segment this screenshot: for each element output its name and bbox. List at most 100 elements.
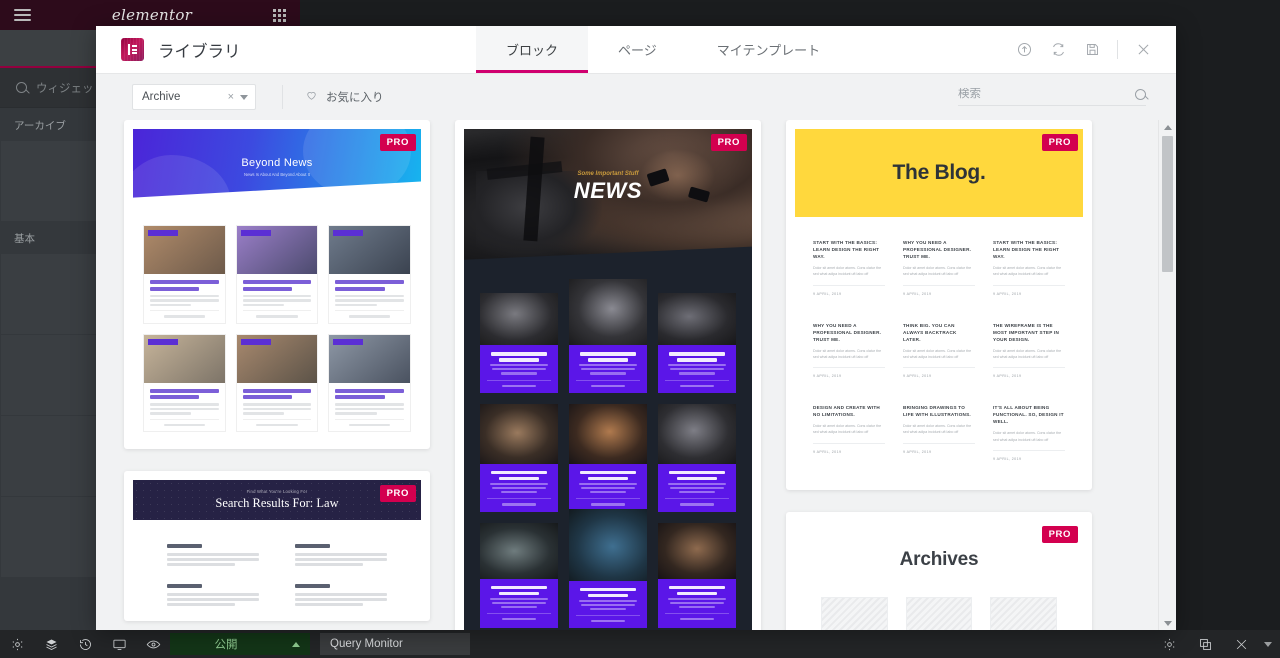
query-monitor-item[interactable]: Query Monitor	[320, 633, 470, 655]
library-modal-body: Archive × お気に入り 検索 PRO Beyond News News …	[96, 74, 1176, 630]
list-item	[658, 403, 736, 512]
windows-copy-icon[interactable]	[1188, 630, 1222, 658]
scroll-down-icon[interactable]	[1159, 616, 1176, 630]
floppy-save-icon[interactable]	[1077, 35, 1107, 65]
post-title: START WITH THE BASICS: LEARN DESIGN THE …	[993, 240, 1060, 260]
list-item	[295, 584, 387, 608]
pro-badge: PRO	[710, 134, 747, 151]
post-date: 9 APRIL, 2019	[813, 284, 885, 296]
search-icon[interactable]	[1135, 88, 1146, 100]
gear-icon[interactable]	[1152, 630, 1186, 658]
post-excerpt: Dolor sit amet dolor atoms. Cons clatur …	[903, 424, 972, 435]
list-item	[295, 544, 387, 568]
list-item: BRINGING DRAWINGS TO LIFE WITH ILLUSTRAT…	[903, 404, 975, 461]
screen: elementor 要素 ウィジェットを検索 アーカイブ アーカイブの投稿 基本	[0, 0, 1280, 658]
template-hero: Some Important Stuff NEWS	[464, 129, 752, 269]
post-title: WHY YOU NEED A PROFESSIONAL DESIGNER. TR…	[813, 322, 882, 342]
tab-my-templates[interactable]: マイテンプレート	[687, 26, 850, 73]
library-title-group: ライブラリ	[96, 26, 476, 73]
post-excerpt: Dolor sit amet dolor atoms. Cons clatur …	[813, 424, 882, 435]
eye-icon[interactable]	[136, 630, 170, 658]
list-item	[658, 522, 736, 629]
publish-options-button[interactable]	[282, 633, 310, 655]
scrollbar-thumb[interactable]	[1162, 136, 1173, 272]
list-item	[143, 333, 226, 432]
post-title: BRINGING DRAWINGS TO LIFE WITH ILLUSTRAT…	[903, 405, 971, 418]
template-column-1: PRO Beyond News News Is About And Beyond…	[124, 120, 430, 630]
gear-icon[interactable]	[0, 630, 34, 658]
template-card-beyond-news[interactable]: PRO Beyond News News Is About And Beyond…	[124, 120, 430, 449]
list-item: THE WIREFRAME IS THE MOST IMPORTANT STEP…	[993, 322, 1065, 378]
list-item	[328, 333, 411, 432]
search-input[interactable]	[958, 88, 1129, 100]
scroll-up-icon[interactable]	[1159, 120, 1176, 134]
post-excerpt: Dolor sit amet dolor atoms. Cons clatur …	[813, 266, 882, 277]
close-icon[interactable]	[1224, 630, 1258, 658]
list-item	[167, 544, 259, 568]
template-grid: PRO Beyond News News Is About And Beyond…	[96, 120, 1158, 630]
bottom-bar-right	[1152, 630, 1276, 658]
publish-button[interactable]: 公開	[170, 633, 282, 655]
post-excerpt: Dolor sit amet dolor atoms. Cons clatur …	[993, 431, 1062, 442]
library-tabs: ブロック ページ マイテンプレート	[476, 26, 850, 73]
template-card-archives[interactable]: PRO Archives	[786, 511, 1092, 630]
history-icon[interactable]	[68, 630, 102, 658]
sync-icon[interactable]	[1043, 35, 1073, 65]
list-item	[569, 508, 647, 629]
template-card-gym-news[interactable]: PRO Some Important Stuff NEWS	[455, 120, 761, 630]
list-item	[658, 293, 736, 393]
upload-circle-icon[interactable]	[1009, 35, 1039, 65]
post-excerpt: Dolor sit amet dolor atoms. Cons clatur …	[813, 348, 882, 359]
favorites-filter[interactable]: お気に入り	[305, 89, 384, 105]
list-item: WHY YOU NEED A PROFESSIONAL DESIGNER. TR…	[903, 239, 975, 296]
library-search[interactable]	[958, 88, 1146, 106]
chevron-down-icon[interactable]	[240, 94, 248, 100]
list-item	[990, 596, 1057, 630]
template-post-grid	[464, 269, 752, 630]
responsive-icon[interactable]	[102, 630, 136, 658]
template-post-grid	[133, 207, 421, 440]
category-select-value: Archive	[142, 91, 181, 103]
post-excerpt: Dolor sit amet dolor atoms. Cons clatur …	[993, 348, 1062, 359]
template-grid-scroll[interactable]: PRO Beyond News News Is About And Beyond…	[96, 120, 1158, 630]
hero-subtitle: News Is About And Beyond About It	[244, 172, 310, 177]
tab-pages[interactable]: ページ	[588, 26, 687, 73]
list-item	[821, 596, 888, 630]
category-select[interactable]: Archive ×	[132, 84, 256, 110]
layers-icon[interactable]	[34, 630, 68, 658]
pro-badge: PRO	[379, 134, 416, 151]
list-item	[569, 403, 647, 512]
post-title: DESIGN AND CREATE WITH NO LIMITATIONS.	[813, 405, 881, 418]
hamburger-icon[interactable]	[14, 6, 31, 24]
library-filter-bar: Archive × お気に入り	[96, 74, 1176, 120]
tab-blocks[interactable]: ブロック	[476, 26, 589, 73]
bottom-bar-left: 公開 Query Monitor	[0, 630, 470, 658]
template-result-grid	[133, 520, 421, 612]
grid-icon[interactable]	[273, 8, 286, 22]
list-item	[235, 333, 319, 432]
chevron-up-icon[interactable]	[1260, 641, 1276, 647]
post-date: 9 APRIL, 2019	[903, 284, 975, 296]
library-scrollbar[interactable]	[1158, 120, 1176, 630]
elementor-logo-icon	[121, 38, 144, 61]
post-title: IT'S ALL ABOUT BEING FUNCTIONAL. SO, DES…	[993, 405, 1064, 425]
post-excerpt: Dolor sit amet dolor atoms. Cons clatur …	[903, 348, 972, 359]
hero-title: Beyond News	[241, 157, 313, 169]
template-hero: Find What You're Looking For Search Resu…	[133, 480, 421, 520]
library-header-actions	[1009, 26, 1176, 73]
filter-divider	[282, 85, 283, 109]
page-title: ライブラリ	[158, 42, 241, 61]
clear-icon[interactable]: ×	[228, 91, 234, 103]
editor-bottom-bar: 公開 Query Monitor	[0, 630, 1280, 658]
hero-title: Archives	[899, 548, 979, 570]
hero-eyebrow: Some Important Stuff	[577, 171, 639, 177]
close-icon[interactable]	[1128, 35, 1158, 65]
template-card-the-blog[interactable]: PRO The Blog. START WITH THE BASICS: LEA…	[786, 120, 1092, 490]
library-modal: ライブラリ ブロック ページ マイテンプレート Archive × お気に入り …	[96, 26, 1176, 630]
list-item	[143, 225, 226, 324]
template-card-search-results[interactable]: PRO Find What You're Looking For Search …	[124, 471, 430, 621]
post-date: 9 APRIL, 2019	[813, 442, 885, 454]
pro-badge: PRO	[1041, 525, 1078, 543]
template-column-2: PRO Some Important Stuff NEWS	[455, 120, 761, 630]
favorites-label: お気に入り	[326, 92, 384, 104]
